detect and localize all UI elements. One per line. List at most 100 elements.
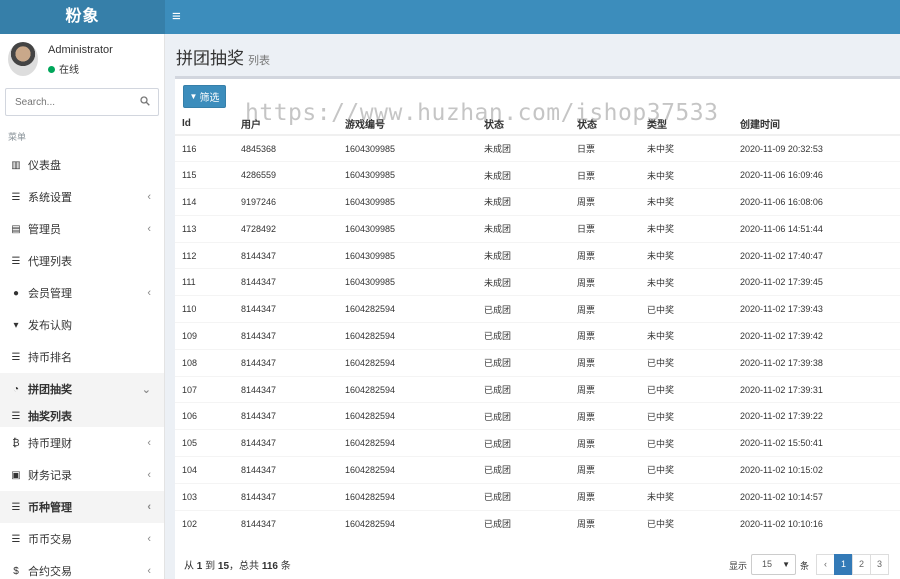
search-icon[interactable]	[140, 96, 150, 106]
sidebar-item-1[interactable]: ☰ 系统设置 ‹	[0, 181, 164, 213]
table-cell: 1604282594	[338, 402, 477, 430]
users-icon: ●	[12, 287, 20, 299]
table-row[interactable]: 104 8144347 1604282594 已成团 周票 已中奖 2020-11-02 1…	[175, 456, 900, 484]
sidebar-item-7[interactable]: ◔ 拼团抽奖 ⌄	[0, 373, 164, 405]
table-cell: 1604309985	[338, 268, 477, 296]
summary-from-label: 从	[184, 561, 194, 572]
page-title: 拼团抽奖 列表	[176, 44, 270, 69]
chevron-left-icon: ‹	[147, 287, 151, 299]
sidebar-item-label: 合约交易	[28, 566, 72, 578]
sidebar-item-label: 持币排名	[28, 352, 72, 364]
table-cell: 8144347	[234, 375, 338, 403]
sidebar-item-label: 管理员	[28, 224, 61, 236]
sidebar-item-11[interactable]: ☰ 币种管理 ‹	[0, 491, 164, 523]
bitcoin-icon: ₿	[12, 437, 20, 449]
sidebar-item-9[interactable]: ₿ 持币理财 ‹	[0, 427, 164, 459]
table-cell: 1604282594	[338, 509, 477, 537]
column-header[interactable]: 创建时间	[733, 113, 900, 136]
table-cell: 已成团	[477, 429, 570, 457]
sidebar-item-12[interactable]: ☰ 币币交易 ‹	[0, 523, 164, 555]
table-cell: 已成团	[477, 322, 570, 350]
table-cell: 107	[175, 375, 234, 403]
table-row[interactable]: 116 4845368 1604309985 未成团 日票 未中奖 2020-11-09 2…	[175, 134, 900, 162]
page-button[interactable]: 1	[834, 554, 853, 575]
table-cell: 8144347	[234, 482, 338, 511]
table-cell: 2020-11-06 16:08:06	[733, 188, 900, 216]
page-size-value: 15	[762, 559, 773, 569]
table-row[interactable]: 107 8144347 1604282594 已成团 周票 已中奖 2020-11-02 1…	[175, 375, 900, 403]
sidebar-item-0[interactable]: ▥ 仪表盘	[0, 149, 164, 181]
sidebar-item-10[interactable]: ▣ 财务记录 ‹	[0, 459, 164, 491]
table-cell: 周票	[570, 268, 640, 296]
chevron-left-icon: ‹	[147, 223, 151, 235]
table-cell: 已成团	[477, 402, 570, 430]
table-cell: 103	[175, 482, 234, 511]
table-row[interactable]: 111 8144347 1604309985 未成团 周票 未中奖 2020-11-02 1…	[175, 268, 900, 296]
table-cell: 2020-11-02 17:39:42	[733, 322, 900, 350]
column-header[interactable]: Id	[175, 113, 234, 136]
table-cell: 周票	[570, 482, 640, 511]
sidebar-item-2[interactable]: ▤ 管理员 ‹	[0, 213, 164, 245]
table-row[interactable]: 115 4286559 1604309985 未成团 日票 未中奖 2020-11-06 1…	[175, 161, 900, 189]
table-row[interactable]: 105 8144347 1604282594 已成团 周票 已中奖 2020-11-02 1…	[175, 429, 900, 457]
menu-header: 菜单	[8, 132, 27, 142]
filter-button[interactable]: ▼ 筛选	[183, 85, 226, 108]
sidebar-item-8[interactable]: ☰ 抽奖列表	[0, 405, 164, 427]
sidebar-item-5[interactable]: ▾ 发布认购	[0, 309, 164, 341]
prev-page-button[interactable]: ‹	[816, 554, 835, 575]
summary-total-label: ，总共	[229, 561, 260, 572]
table-cell: 已成团	[477, 295, 570, 323]
sidebar-item-6[interactable]: ☰ 持币排名	[0, 341, 164, 373]
table-row[interactable]: 114 9197246 1604309985 未成团 周票 未中奖 2020-11-06 1…	[175, 188, 900, 216]
table-row[interactable]: 110 8144347 1604282594 已成团 周票 已中奖 2020-11-02 1…	[175, 295, 900, 323]
online-dot-icon	[48, 66, 55, 73]
table-cell: 8144347	[234, 268, 338, 296]
page-title-text: 拼团抽奖	[176, 49, 244, 68]
table-cell: 周票	[570, 348, 640, 377]
summary-from: 1	[196, 561, 203, 572]
table-cell: 115	[175, 161, 234, 189]
table-cell: 1604282594	[338, 295, 477, 323]
table-row[interactable]: 113 4728492 1604309985 未成团 日票 未中奖 2020-11-06 1…	[175, 214, 900, 243]
sidebar-menu: ▥ 仪表盘 ☰ 系统设置 ‹ ▤ 管理员 ‹ ☰ 代理列表 ● 会员管理 ‹ ▾ 发布认购 ☰ 持币排名 ◔ 拼团抽…	[0, 149, 164, 579]
table-row[interactable]: 106 8144347 1604282594 已成团 周票 已中奖 2020-11-02 1…	[175, 402, 900, 430]
table-row[interactable]: 109 8144347 1604282594 已成团 周票 未中奖 2020-11-02 1…	[175, 322, 900, 350]
table-cell: 未中奖	[640, 161, 733, 189]
table-row[interactable]: 112 8144347 1604309985 未成团 周票 未中奖 2020-11-02 1…	[175, 241, 900, 269]
table-row[interactable]: 102 8144347 1604282594 已成团 周票 已中奖 2020-11-02 1…	[175, 509, 900, 537]
table-cell: 8144347	[234, 456, 338, 484]
chevron-down-icon: ⌄	[141, 384, 151, 396]
table-cell: 未成团	[477, 214, 570, 243]
app-logo[interactable]: 粉象	[0, 0, 165, 34]
table-cell: 未中奖	[640, 134, 733, 162]
sidebar-item-4[interactable]: ● 会员管理 ‹	[0, 277, 164, 309]
table-cell: 1604309985	[338, 214, 477, 243]
table-cell: 未成团	[477, 134, 570, 162]
sidebar-item-label: 币种管理	[28, 502, 72, 514]
summary-to-label: 到	[205, 561, 216, 572]
chevron-left-icon: ‹	[147, 437, 151, 449]
dollar-icon: $	[13, 565, 19, 577]
sidebar-item-3[interactable]: ☰ 代理列表	[0, 245, 164, 277]
page-button[interactable]: 3	[870, 554, 889, 575]
table-cell: 1604282594	[338, 482, 477, 511]
table-cell: 2020-11-02 17:39:22	[733, 402, 900, 430]
table-cell: 105	[175, 429, 234, 457]
sidebar: Administrator 在线 菜单 ▥ 仪表盘 ☰ 系统设置 ‹ ▤ 管理员 ‹ ☰ 代理列表…	[0, 34, 165, 579]
table-cell: 110	[175, 295, 234, 323]
money-icon: ▣	[11, 469, 21, 481]
table-cell: 8144347	[234, 241, 338, 269]
menu-toggle-icon[interactable]: ≡	[172, 8, 186, 26]
sidebar-item-13[interactable]: $ 合约交易 ‹	[0, 555, 164, 579]
table-row[interactable]: 108 8144347 1604282594 已成团 周票 已中奖 2020-11-02 1…	[175, 348, 900, 377]
avatar	[8, 42, 38, 76]
table-cell: 111	[175, 268, 234, 296]
sidebar-item-label: 系统设置	[28, 192, 72, 204]
table-row[interactable]: 103 8144347 1604282594 已成团 周票 未中奖 2020-11-02 1…	[175, 482, 900, 511]
page-size-select[interactable]: 15 ▼	[751, 554, 796, 575]
table-cell: 2020-11-02 17:39:45	[733, 268, 900, 296]
search-input[interactable]	[6, 89, 126, 115]
table-cell: 8144347	[234, 322, 338, 350]
page-button[interactable]: 2	[852, 554, 871, 575]
table-cell: 未成团	[477, 268, 570, 296]
